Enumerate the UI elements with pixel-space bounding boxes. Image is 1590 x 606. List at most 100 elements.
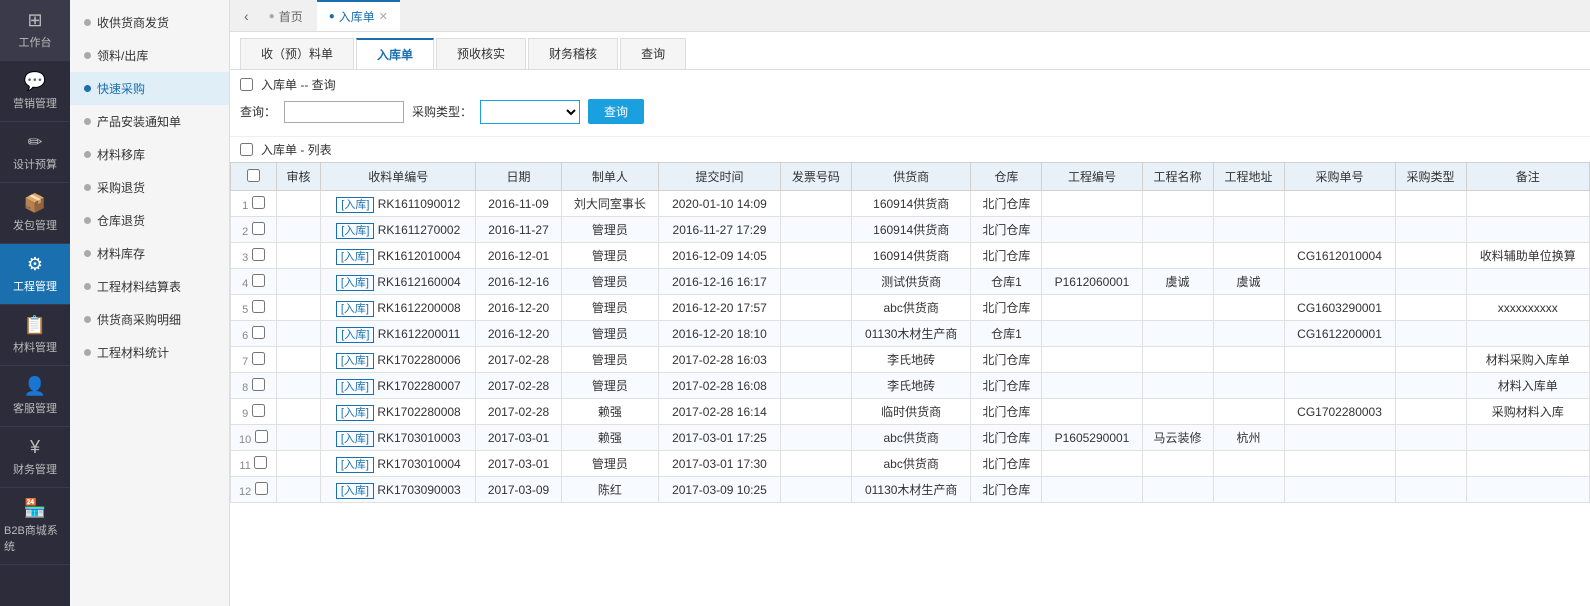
sidebar-item-package[interactable]: 📦 发包管理 [0, 183, 70, 244]
sidebar-item-label: 设计预算 [13, 156, 57, 172]
row-checkbox[interactable] [252, 248, 265, 261]
sidebar-collapse-button[interactable]: ‹ [238, 4, 255, 28]
sidebar-item-purchase-return-label: 采购退货 [97, 179, 145, 196]
row-date: 2016-12-20 [476, 295, 562, 321]
inbound-link[interactable]: [入库] [336, 223, 374, 239]
tab-inbound-label: 入库单 [339, 8, 375, 25]
sidebar-item-design[interactable]: ✏ 设计预算 [0, 122, 70, 183]
func-tab-receive-preorder[interactable]: 收（预）料单 [240, 38, 354, 69]
sidebar-item-quick-purchase[interactable]: 快速采购 [70, 72, 229, 105]
row-link[interactable]: [入库] RK1611090012 [321, 191, 476, 217]
sidebar-item-engineering[interactable]: ⚙ 工程管理 [0, 244, 70, 305]
row-checkbox[interactable] [252, 222, 265, 235]
sidebar-item-product-install[interactable]: 产品安装通知单 [70, 105, 229, 138]
inbound-link[interactable]: [入库] [336, 457, 374, 473]
section-query-title: 入库单 -- 查询 [240, 76, 1580, 93]
row-link[interactable]: [入库] RK1702280006 [321, 347, 476, 373]
row-supplier: abc供货商 [851, 451, 971, 477]
inbound-link[interactable]: [入库] [336, 301, 374, 317]
row-checkbox[interactable] [252, 404, 265, 417]
row-link[interactable]: [入库] RK1612200008 [321, 295, 476, 321]
row-purchase-no: CG1603290001 [1284, 295, 1395, 321]
row-purchase-type [1395, 477, 1466, 503]
tab-home[interactable]: ● 首页 [257, 0, 315, 31]
func-tab-pre-verify[interactable]: 预收核实 [436, 38, 526, 69]
inbound-link[interactable]: [入库] [336, 197, 374, 213]
sidebar-item-material-out[interactable]: 领料/出库 [70, 39, 229, 72]
row-checkbox[interactable] [252, 326, 265, 339]
section-query-checkbox[interactable] [240, 78, 253, 91]
inbound-link[interactable]: [入库] [336, 275, 374, 291]
tab-inbound[interactable]: ● 入库单 ✕ [317, 0, 400, 31]
row-submit-time: 2020-01-10 14:09 [658, 191, 780, 217]
row-checkbox[interactable] [252, 274, 265, 287]
th-purchase-type: 采购类型 [1395, 163, 1466, 191]
sidebar-item-materials[interactable]: 📋 材料管理 [0, 305, 70, 366]
table-row: 5 [入库] RK1612200008 2016-12-20 管理员 2016-… [231, 295, 1590, 321]
func-tab-finance-verify[interactable]: 财务稽核 [528, 38, 618, 69]
row-supplier: 01130木材生产商 [851, 477, 971, 503]
inbound-link[interactable]: [入库] [336, 405, 374, 421]
sidebar-item-b2b[interactable]: 🏪 B2B商城系统 [0, 488, 70, 565]
sidebar-item-purchase-return[interactable]: 采购退货 [70, 171, 229, 204]
inbound-link[interactable]: [入库] [336, 483, 374, 499]
row-link[interactable]: [入库] RK1612010004 [321, 243, 476, 269]
inbound-link[interactable]: [入库] [336, 379, 374, 395]
row-checkbox[interactable] [254, 456, 267, 469]
table-row: 3 [入库] RK1612010004 2016-12-01 管理员 2016-… [231, 243, 1590, 269]
row-link[interactable]: [入库] RK1702280008 [321, 399, 476, 425]
row-eng-name [1142, 217, 1213, 243]
sidebar-item-finance[interactable]: ¥ 财务管理 [0, 427, 70, 488]
sidebar-item-supplier-purchase[interactable]: 供货商采购明细 [70, 303, 229, 336]
inbound-link[interactable]: [入库] [336, 249, 374, 265]
row-purchase-no [1284, 373, 1395, 399]
inbound-link[interactable]: [入库] [336, 353, 374, 369]
dot-purchase-return [84, 184, 91, 191]
row-invoice [780, 451, 851, 477]
select-all-checkbox[interactable] [247, 169, 260, 182]
row-purchase-no [1284, 347, 1395, 373]
sidebar-item-material-inventory[interactable]: 材料库存 [70, 237, 229, 270]
row-checkbox[interactable] [252, 300, 265, 313]
row-invoice [780, 477, 851, 503]
purchase-type-select[interactable] [480, 100, 580, 124]
row-link[interactable]: [入库] RK1612200011 [321, 321, 476, 347]
sidebar-item-material-move[interactable]: 材料移库 [70, 138, 229, 171]
sidebar-item-service[interactable]: 👤 客服管理 [0, 366, 70, 427]
sidebar-item-workbench[interactable]: ⊞ 工作台 [0, 0, 70, 61]
row-eng-code [1042, 295, 1142, 321]
search-input[interactable] [284, 101, 404, 123]
row-link[interactable]: [入库] RK1703010004 [321, 451, 476, 477]
row-eng-name [1142, 243, 1213, 269]
sidebar-item-engineering-material2[interactable]: 工程材料统计 [70, 336, 229, 369]
search-button[interactable]: 查询 [588, 99, 644, 124]
inbound-link[interactable]: [入库] [336, 431, 374, 447]
sidebar-item-marketing[interactable]: 💬 营销管理 [0, 61, 70, 122]
row-link[interactable]: [入库] RK1611270002 [321, 217, 476, 243]
row-eng-name [1142, 347, 1213, 373]
inbound-link[interactable]: [入库] [336, 327, 374, 343]
row-checkbox[interactable] [255, 430, 268, 443]
row-eng-name: 马云装修 [1142, 425, 1213, 451]
row-checkbox-cell: 2 [231, 217, 277, 243]
sidebar-item-engineering-material[interactable]: 工程材料结算表 [70, 270, 229, 303]
table-section-checkbox[interactable] [240, 143, 253, 156]
row-checkbox[interactable] [255, 482, 268, 495]
row-link[interactable]: [入库] RK1702280007 [321, 373, 476, 399]
sidebar-item-receive-supplier[interactable]: 收供货商发货 [70, 6, 229, 39]
th-supplier: 供货商 [851, 163, 971, 191]
func-tab-query[interactable]: 查询 [620, 38, 686, 69]
tab-bar-top: ‹ ● 首页 ● 入库单 ✕ [230, 0, 1590, 32]
table-row: 11 [入库] RK1703010004 2017-03-01 管理员 2017… [231, 451, 1590, 477]
row-link[interactable]: [入库] RK1612160004 [321, 269, 476, 295]
row-purchase-type [1395, 269, 1466, 295]
row-purchase-no [1284, 217, 1395, 243]
func-tab-inbound[interactable]: 入库单 [356, 38, 434, 69]
row-checkbox[interactable] [252, 352, 265, 365]
row-link[interactable]: [入库] RK1703090003 [321, 477, 476, 503]
row-checkbox[interactable] [252, 378, 265, 391]
row-link[interactable]: [入库] RK1703010003 [321, 425, 476, 451]
row-checkbox[interactable] [252, 196, 265, 209]
tab-inbound-close[interactable]: ✕ [379, 10, 388, 23]
sidebar-item-warehouse-return[interactable]: 仓库退货 [70, 204, 229, 237]
